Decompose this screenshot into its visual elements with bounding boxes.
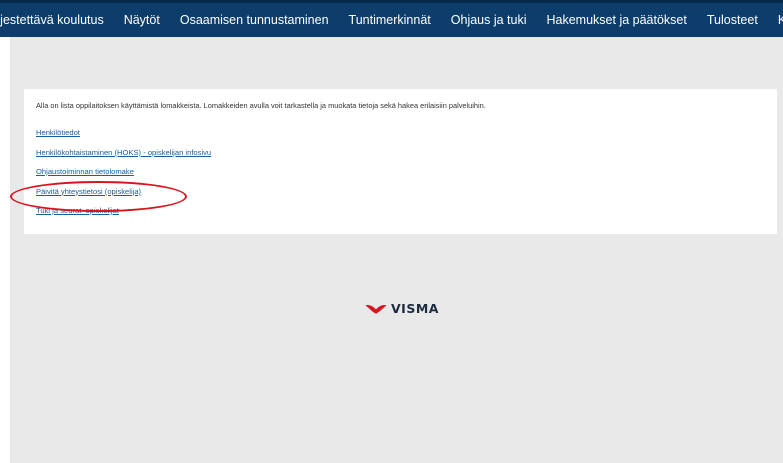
link-tuki-ja-seurat[interactable]: Tuki ja seurat_opiskelijat — [36, 206, 119, 215]
link-ohjaustoiminnan-tietolomake[interactable]: Ohjaustoiminnan tietolomake — [36, 167, 134, 176]
form-links-list: Henkilötiedot Henkilökohtaistaminen (HOK… — [36, 126, 765, 224]
intro-text: Alla on lista oppilaitoksen käyttämistä … — [36, 101, 486, 110]
link-paivita-yhteystietosi[interactable]: Päivitä yhteystietosi (opiskelija) — [36, 187, 141, 196]
visma-swoosh-icon — [365, 304, 387, 314]
list-item: Ohjaustoiminnan tietolomake — [36, 165, 765, 185]
nav-item-naytot[interactable]: Näytöt — [114, 3, 170, 37]
list-item: Tuki ja seurat_opiskelijat — [36, 204, 765, 224]
logo-wordmark: VISMA — [391, 301, 439, 316]
list-item: Henkilötiedot — [36, 126, 765, 146]
nav-item-tulosteet[interactable]: Tulosteet — [697, 3, 768, 37]
content-area: Alla on lista oppilaitoksen käyttämistä … — [9, 37, 783, 463]
list-item: Päivitä yhteystietosi (opiskelija) — [36, 185, 765, 205]
link-hoks-infosivu[interactable]: Henkilökohtaistaminen (HOKS) - opiskelij… — [36, 148, 211, 157]
forms-card: Alla on lista oppilaitoksen käyttämistä … — [24, 89, 777, 234]
nav-item-kysely[interactable]: Kys — [768, 3, 783, 37]
nav-item-hakemukset-ja-paatokset[interactable]: Hakemukset ja päätökset — [537, 3, 697, 37]
top-navigation: rjestettävä koulutus Näytöt Osaamisen tu… — [0, 0, 783, 37]
app-window: rjestettävä koulutus Näytöt Osaamisen tu… — [0, 0, 783, 463]
visma-logo: VISMA — [365, 301, 439, 316]
nav-item-ohjaus-ja-tuki[interactable]: Ohjaus ja tuki — [441, 3, 537, 37]
nav-item-tuntimerkinnat[interactable]: Tuntimerkinnät — [339, 3, 441, 37]
link-henkilotiedot[interactable]: Henkilötiedot — [36, 128, 80, 137]
nav-item-koulutus[interactable]: rjestettävä koulutus — [0, 3, 114, 37]
nav-item-osaamisen-tunnustaminen[interactable]: Osaamisen tunnustaminen — [170, 3, 339, 37]
list-item: Henkilökohtaistaminen (HOKS) - opiskelij… — [36, 146, 765, 166]
